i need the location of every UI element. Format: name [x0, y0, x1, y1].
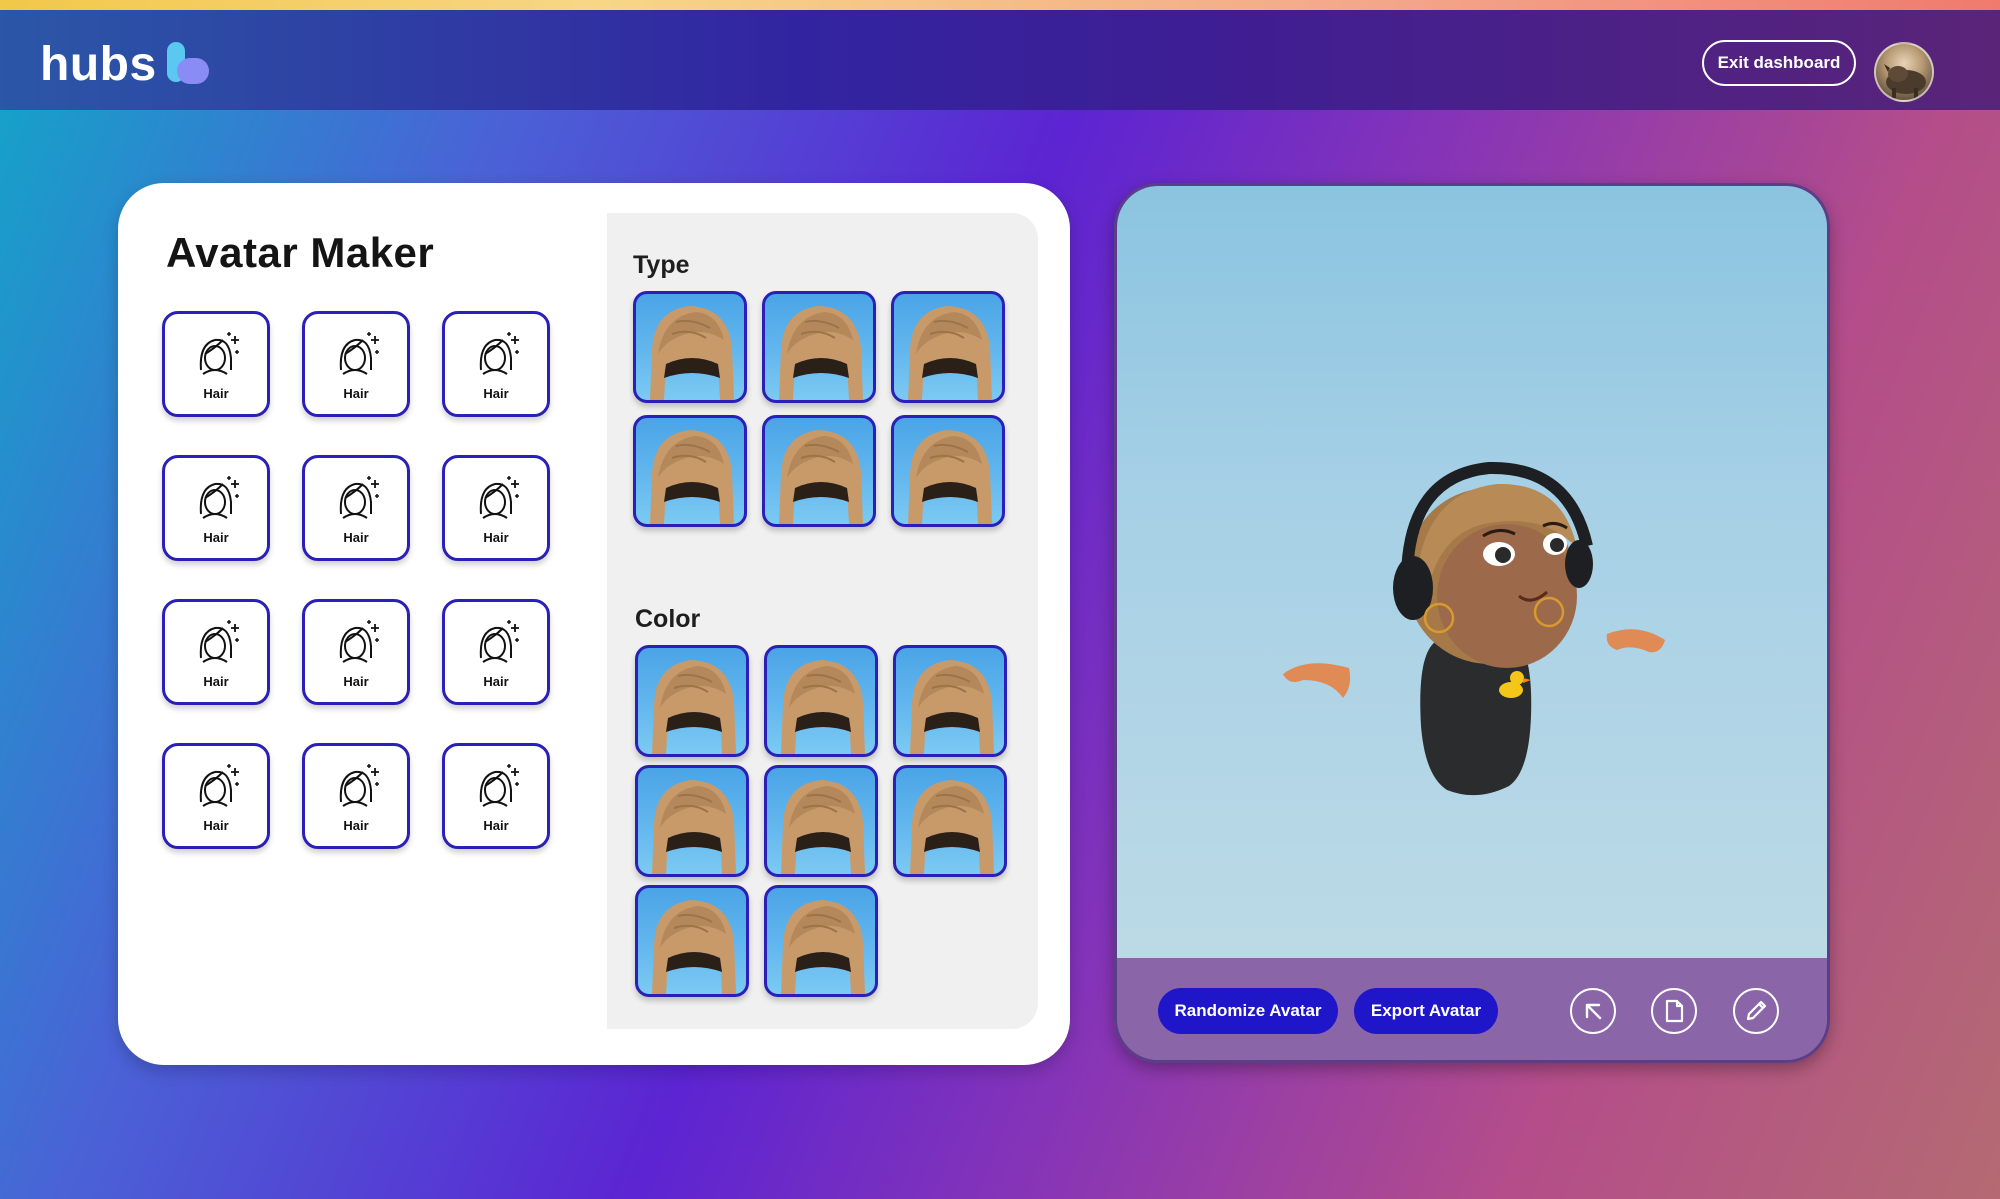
category-label: Hair	[343, 530, 369, 545]
hair-thumbnail-icon	[652, 900, 736, 994]
hair-thumbnail-icon	[781, 660, 865, 754]
hair-thumbnail-icon	[908, 306, 992, 400]
hair-thumbnail-icon	[779, 306, 863, 400]
hair-type-option[interactable]	[633, 415, 747, 527]
category-label: Hair	[203, 386, 229, 401]
category-tile-hair[interactable]: Hair	[442, 599, 550, 705]
category-tile-hair[interactable]: Hair	[302, 311, 410, 417]
category-tile-hair[interactable]: Hair	[442, 743, 550, 849]
type-options-grid	[633, 291, 1005, 527]
hair-color-option[interactable]	[635, 765, 749, 877]
avatar-preview-panel: Randomize Avatar Export Avatar	[1114, 183, 1830, 1063]
hair-thumbnail-icon	[779, 430, 863, 524]
avatar-model	[1283, 461, 1665, 796]
hair-thumbnail-icon	[650, 430, 734, 524]
hair-thumbnail-icon	[652, 780, 736, 874]
category-tile-hair[interactable]: Hair	[162, 455, 270, 561]
hair-type-option[interactable]	[633, 291, 747, 403]
category-grid: Hair Hair Hair Hair Hair Hair Hair Hair Hair Hair…	[162, 311, 550, 849]
avatar-maker-title: Avatar Maker	[166, 229, 435, 276]
hair-color-option[interactable]	[893, 645, 1007, 757]
hair-thumbnail-icon	[781, 900, 865, 994]
hair-type-option[interactable]	[891, 415, 1005, 527]
category-tile-hair[interactable]: Hair	[162, 311, 270, 417]
hair-thumbnail-icon	[910, 780, 994, 874]
category-label: Hair	[203, 818, 229, 833]
hair-thumbnail-icon	[910, 660, 994, 754]
top-navbar: hubs Exit dashboard	[0, 10, 2000, 110]
hair-color-option[interactable]	[893, 765, 1007, 877]
hair-thumbnail-icon	[781, 780, 865, 874]
category-label: Hair	[203, 674, 229, 689]
preview-action-bar: Randomize Avatar Export Avatar	[1117, 958, 1827, 1060]
category-label: Hair	[343, 674, 369, 689]
category-tile-hair[interactable]: Hair	[302, 455, 410, 561]
hair-color-option[interactable]	[635, 885, 749, 997]
hair-color-option[interactable]	[635, 645, 749, 757]
hair-type-option[interactable]	[762, 291, 876, 403]
category-label: Hair	[483, 818, 509, 833]
hair-color-option[interactable]	[764, 645, 878, 757]
category-label: Hair	[343, 386, 369, 401]
hair-thumbnail-icon	[650, 306, 734, 400]
category-tile-hair[interactable]: Hair	[442, 311, 550, 417]
category-tile-hair[interactable]: Hair	[162, 599, 270, 705]
document-icon[interactable]	[1651, 988, 1697, 1034]
randomize-avatar-button[interactable]: Randomize Avatar	[1158, 988, 1338, 1034]
hair-thumbnail-icon	[908, 430, 992, 524]
category-tile-hair[interactable]: Hair	[302, 599, 410, 705]
export-avatar-button[interactable]: Export Avatar	[1354, 988, 1498, 1034]
category-label: Hair	[203, 530, 229, 545]
hair-color-option[interactable]	[764, 765, 878, 877]
options-panel: Type Color	[607, 213, 1038, 1029]
category-tile-hair[interactable]: Hair	[302, 743, 410, 849]
hair-thumbnail-icon	[652, 660, 736, 754]
hubs-logo[interactable]: hubs	[40, 34, 211, 94]
hair-type-option[interactable]	[762, 415, 876, 527]
color-options-grid	[635, 645, 1007, 997]
profile-avatar[interactable]	[1874, 42, 1934, 102]
category-label: Hair	[483, 530, 509, 545]
category-label: Hair	[483, 386, 509, 401]
avatar-3d-viewport[interactable]	[1117, 186, 1827, 958]
category-label: Hair	[483, 674, 509, 689]
category-label: Hair	[343, 818, 369, 833]
top-accent-stripe	[0, 0, 2000, 10]
logo-mark-icon	[166, 42, 211, 86]
avatar-maker-panel: Avatar Maker Hair Hair Hair Hair Hair Hair Hai…	[118, 183, 1070, 1065]
logo-text: hubs	[40, 37, 157, 91]
pencil-icon[interactable]	[1733, 988, 1779, 1034]
expand-arrow-icon[interactable]	[1570, 988, 1616, 1034]
hair-type-option[interactable]	[891, 291, 1005, 403]
color-section-label: Color	[635, 605, 701, 633]
category-tile-hair[interactable]: Hair	[442, 455, 550, 561]
exit-dashboard-button[interactable]: Exit dashboard	[1702, 40, 1856, 86]
hair-color-option[interactable]	[764, 885, 878, 997]
category-tile-hair[interactable]: Hair	[162, 743, 270, 849]
type-section-label: Type	[633, 251, 690, 279]
